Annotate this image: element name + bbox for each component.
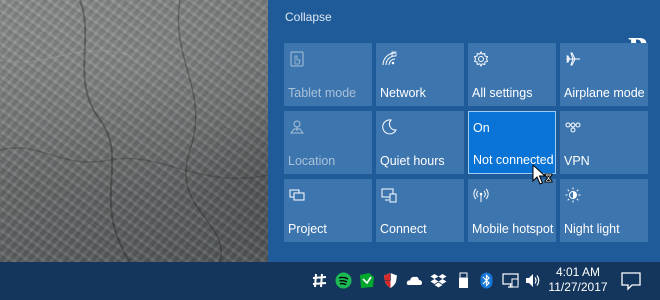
onedrive-icon[interactable]: [406, 272, 423, 289]
clock-date: 11/27/2017: [548, 280, 608, 294]
tile-location[interactable]: Location: [284, 111, 372, 174]
dropbox-icon[interactable]: [430, 272, 447, 289]
taskbar: 4:01 AM 11/27/2017: [0, 262, 660, 300]
tile-tablet-mode[interactable]: Tablet mode: [284, 43, 372, 106]
system-clock[interactable]: 4:01 AM 11/27/2017: [546, 265, 610, 297]
clock-time: 4:01 AM: [555, 265, 601, 279]
tile-label: VPN: [564, 154, 590, 168]
tile-label: Night light: [564, 222, 620, 236]
brightness-icon: [565, 187, 581, 203]
rock-texture: [0, 0, 268, 262]
location-icon: [289, 119, 305, 135]
tile-label: Quiet hours: [380, 154, 445, 168]
tile-label: Airplane mode: [564, 86, 645, 100]
slack-icon[interactable]: [311, 272, 328, 289]
tile-label: Project: [288, 222, 327, 236]
connect-icon: [381, 187, 397, 203]
busy-cursor-icon: [532, 164, 553, 185]
collapse-link[interactable]: Collapse: [285, 10, 332, 24]
vpn-icon: [565, 119, 581, 135]
tile-vpn[interactable]: VPN: [560, 111, 648, 174]
spotify-icon[interactable]: [335, 272, 352, 289]
tile-network[interactable]: Network: [376, 43, 464, 106]
tile-quiet-hours[interactable]: Quiet hours: [376, 111, 464, 174]
tile-label: All settings: [472, 86, 533, 100]
bluetooth-icon[interactable]: [478, 272, 495, 289]
tile-all-settings[interactable]: All settings: [468, 43, 556, 106]
tile-label: Mobile hotspot: [472, 222, 554, 236]
tile-airplane-mode[interactable]: Airplane mode: [560, 43, 648, 106]
tile-label: Location: [288, 154, 336, 168]
tile-label: Tablet mode: [288, 86, 357, 100]
moon-icon: [381, 119, 397, 135]
tablet-mode-icon: [289, 51, 305, 67]
tile-night-light[interactable]: Night light: [560, 179, 648, 242]
tile-state-label: On: [473, 121, 490, 135]
tile-label: Connect: [380, 222, 427, 236]
project-icon: [289, 187, 305, 203]
airplane-icon: [565, 51, 581, 67]
tile-connect[interactable]: Connect: [376, 179, 464, 242]
notification-icon[interactable]: [620, 271, 642, 291]
usb-drive-icon[interactable]: [455, 272, 472, 289]
volume-icon[interactable]: [525, 272, 542, 289]
tile-project[interactable]: Project: [284, 179, 372, 242]
gear-icon: [473, 50, 489, 68]
network-monitor-icon[interactable]: [502, 272, 519, 289]
shield-icon[interactable]: [382, 272, 399, 289]
evernote-icon[interactable]: [358, 272, 375, 289]
tile-mobile-hotspot[interactable]: Mobile hotspot: [468, 179, 556, 242]
hotspot-icon: [473, 187, 489, 203]
tile-label: Network: [380, 86, 426, 100]
action-center-panel: Collapse gP Tablet mode Network All sett…: [268, 0, 660, 262]
network-icon: [381, 51, 397, 67]
